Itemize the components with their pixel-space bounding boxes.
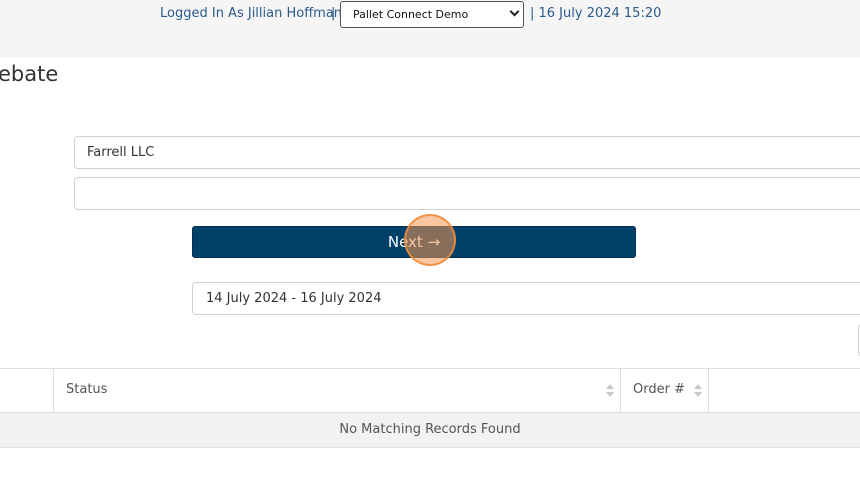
customer-field[interactable]: Farrell LLC xyxy=(74,136,860,169)
chevron-down-icon xyxy=(509,6,520,17)
organization-select[interactable]: Pallet Connect Demo xyxy=(340,1,524,28)
empty-table-message: No Matching Records Found xyxy=(0,413,860,448)
sort-icon xyxy=(606,384,614,398)
customer-field-value: Farrell LLC xyxy=(87,145,155,160)
column-header-status-label: Status xyxy=(66,382,108,397)
organization-select-value: Pallet Connect Demo xyxy=(353,8,469,21)
column-header-status[interactable]: Status xyxy=(54,369,621,413)
table-header: Status Order # xyxy=(0,368,860,413)
header-separator: | xyxy=(331,6,336,21)
next-button-label: Next → xyxy=(387,233,441,251)
column-header-first[interactable] xyxy=(0,369,54,413)
page-title: ebate xyxy=(0,62,59,86)
date-range-value: 14 July 2024 - 16 July 2024 xyxy=(206,291,382,306)
secondary-field[interactable] xyxy=(74,177,860,210)
next-button[interactable]: Next → xyxy=(192,226,636,258)
column-header-last[interactable] xyxy=(709,369,860,413)
date-range-input[interactable]: 14 July 2024 - 16 July 2024 xyxy=(192,282,860,315)
logged-in-user-text: Logged In As Jillian Hoffman xyxy=(160,6,343,21)
column-header-order-label: Order # xyxy=(633,382,685,397)
column-header-order[interactable]: Order # xyxy=(621,369,709,413)
current-datetime: | 16 July 2024 15:20 xyxy=(530,6,662,21)
sort-icon xyxy=(694,384,702,398)
top-bar: Logged In As Jillian Hoffman | Pallet Co… xyxy=(0,0,860,58)
